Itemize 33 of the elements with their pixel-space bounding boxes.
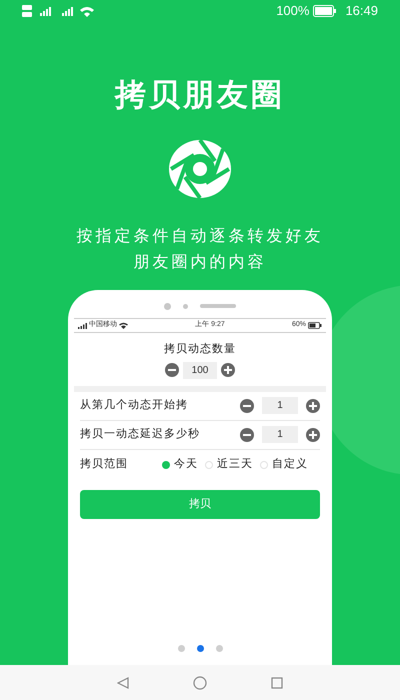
number-field[interactable]: 100 [183, 362, 217, 378]
signal-icon [78, 322, 87, 328]
wifi-icon [119, 322, 128, 329]
hero-title: 拷贝朋友圈 [115, 76, 285, 114]
speaker-slot [200, 304, 236, 308]
quantity-label: 拷贝动态数量 [164, 342, 236, 357]
radio-label: 今天 [174, 457, 198, 472]
subtitle-line: 朋友圈内的内容 [134, 252, 266, 272]
radio-label: 自定义 [272, 456, 308, 472]
aperture-icon [168, 138, 232, 198]
clock: 16:49 [345, 2, 378, 20]
minus-icon[interactable] [165, 363, 179, 377]
back-icon[interactable] [117, 676, 129, 688]
number-field[interactable]: 1 [262, 397, 298, 414]
subtitle-line: 按指定条件自动逐条转发好友 [76, 226, 324, 246]
number-field[interactable]: 1 [262, 426, 298, 443]
plus-icon[interactable] [221, 363, 235, 377]
battery-percent: 100% [276, 2, 310, 20]
radio-label: 近三天 [217, 457, 253, 472]
minus-icon[interactable] [240, 398, 254, 412]
setting-label: 从第几个动态开始拷 [80, 398, 188, 414]
setting-label: 拷贝一动态延迟多少秒 [80, 426, 200, 442]
radio-button[interactable] [205, 460, 213, 468]
battery-icon [308, 322, 322, 329]
battery-icon [313, 5, 338, 17]
radio-button[interactable] [162, 460, 170, 468]
home-icon[interactable] [193, 676, 207, 690]
minus-icon[interactable] [240, 428, 254, 442]
plus-icon[interactable] [306, 428, 320, 442]
recents-icon[interactable] [271, 676, 283, 688]
range-label: 拷贝范围 [80, 457, 129, 472]
radio-button[interactable] [260, 460, 268, 468]
plus-icon[interactable] [306, 398, 320, 412]
